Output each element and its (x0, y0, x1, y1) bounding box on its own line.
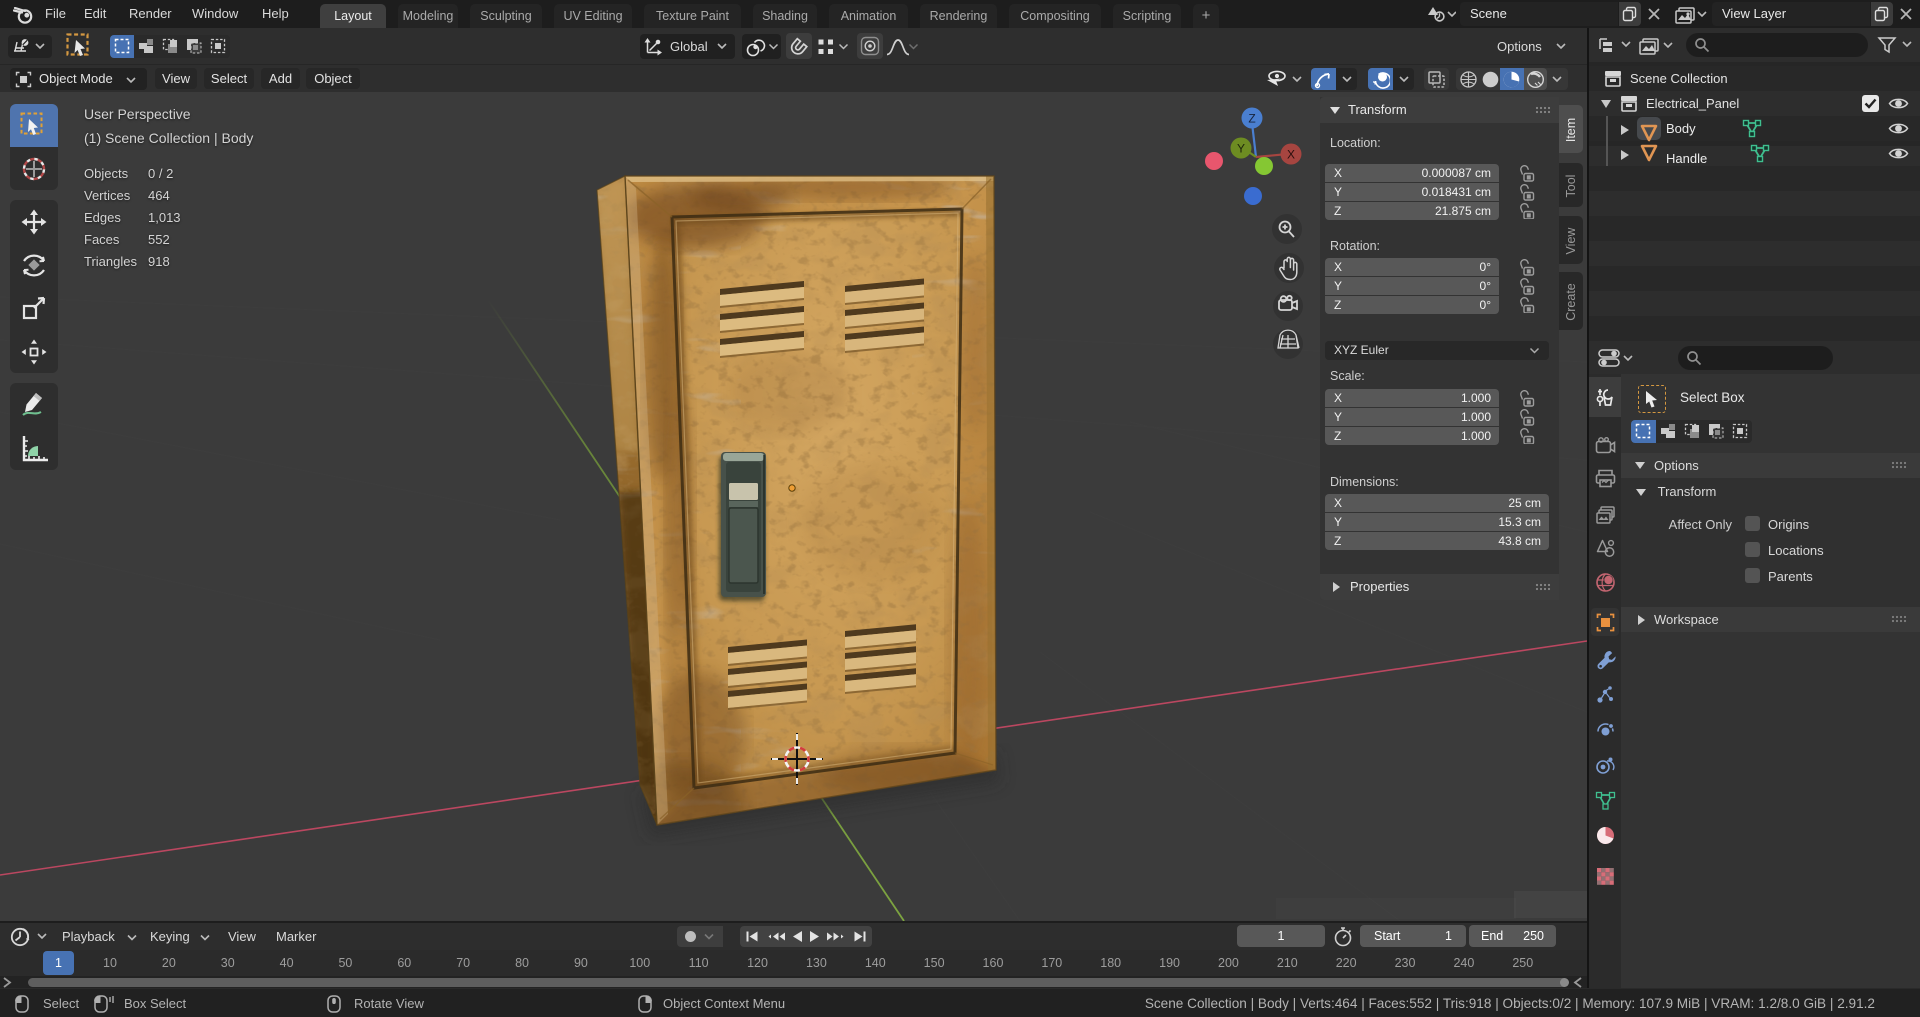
svg-text:Z: Z (1248, 112, 1255, 126)
svg-text:X: X (1287, 148, 1295, 162)
svg-text:Y: Y (1237, 142, 1245, 156)
